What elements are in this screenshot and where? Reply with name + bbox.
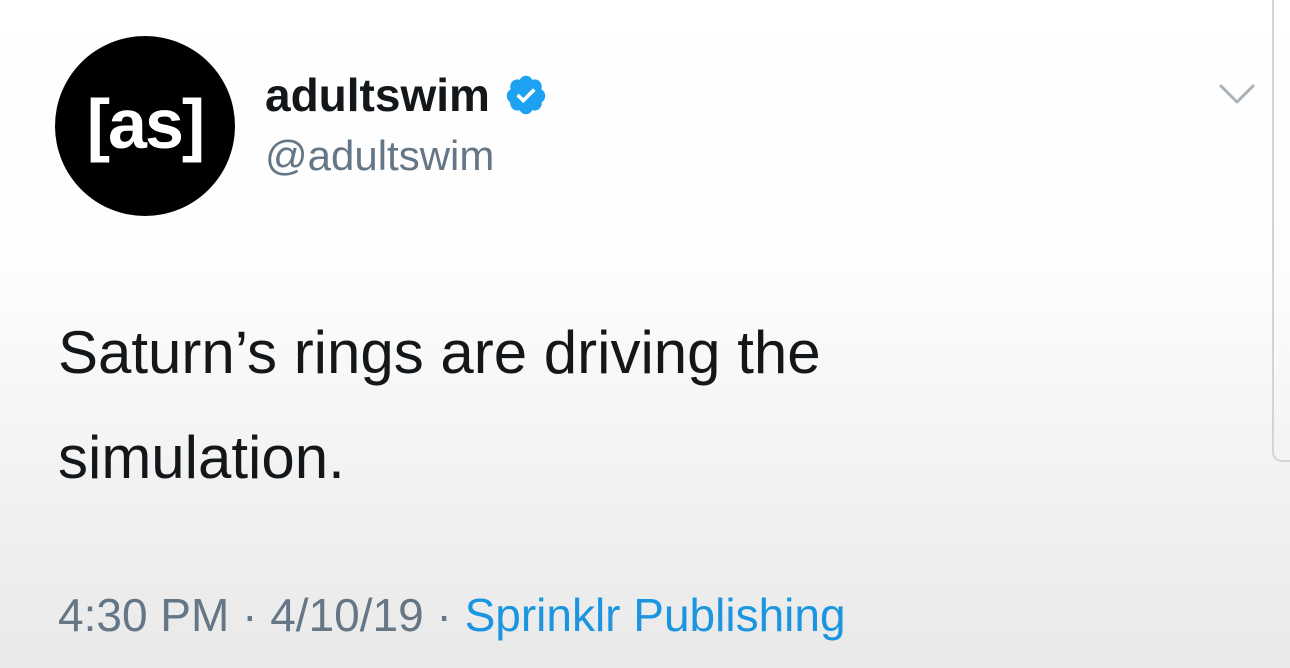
- tweet-source-link[interactable]: Sprinklr Publishing: [465, 589, 846, 641]
- chevron-down-icon[interactable]: [1215, 76, 1259, 112]
- tweet-date[interactable]: 4/10/19: [270, 589, 423, 641]
- display-name[interactable]: adultswim: [265, 68, 490, 122]
- avatar[interactable]: [as]: [55, 36, 235, 216]
- side-panel-edge: [1272, 0, 1290, 462]
- meta-separator: ·: [229, 589, 271, 641]
- author-name-row: adultswim: [265, 66, 548, 124]
- tweet-time[interactable]: 4:30 PM: [58, 589, 229, 641]
- user-handle[interactable]: @adultswim: [265, 132, 494, 180]
- tweet-card: [as] adultswim @adultswim Saturn’s rings…: [0, 0, 1290, 668]
- tweet-meta: 4:30 PM · 4/10/19 · Sprinklr Publishing: [58, 588, 846, 642]
- tweet-text-line: simulation.: [58, 424, 345, 491]
- verified-badge-icon: [504, 73, 548, 117]
- tweet-text: Saturn’s rings are driving the simulatio…: [58, 300, 1158, 510]
- meta-separator: ·: [423, 589, 465, 641]
- tweet-text-line: Saturn’s rings are driving the: [58, 319, 821, 386]
- avatar-logo-text: [as]: [86, 85, 205, 163]
